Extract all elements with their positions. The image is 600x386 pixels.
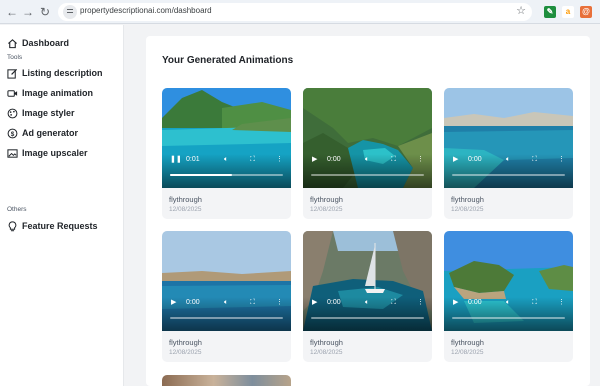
play-icon[interactable]: ▶ xyxy=(171,298,176,308)
volume-icon[interactable]: 🔈︎ xyxy=(224,298,228,308)
more-options-icon[interactable]: ⋮ xyxy=(276,298,283,308)
sidebar-item-label: Feature Requests xyxy=(22,221,98,231)
palette-icon xyxy=(7,108,18,118)
animation-card[interactable]: ▶ 0:00 🔈︎ ⛶ ⋮ flythrough 12/08/2025 xyxy=(444,231,573,362)
fullscreen-icon[interactable]: ⛶ xyxy=(391,298,396,308)
progress-fill xyxy=(170,174,233,176)
svg-text:$: $ xyxy=(11,130,15,137)
animation-card[interactable]: ▶ 0:00 🔈︎ ⛶ ⋮ flythrough 12/08/2025 xyxy=(162,231,291,362)
sidebar: Dashboard Tools Listing description Imag… xyxy=(0,25,124,386)
card-title: flythrough xyxy=(451,195,484,204)
card-title: flythrough xyxy=(451,338,484,347)
lightbulb-icon xyxy=(8,220,17,231)
progress-bar[interactable] xyxy=(311,174,424,176)
card-date: 12/08/2025 xyxy=(451,349,484,356)
sidebar-item-feature-requests[interactable]: Feature Requests xyxy=(7,218,98,234)
volume-icon[interactable]: 🔈︎ xyxy=(506,155,510,165)
animation-card[interactable]: ❚❚ 0:01 🔈︎ ⛶ ⋮ flythrough 12/08/2025 xyxy=(162,88,291,219)
video-time: 0:00 xyxy=(186,299,200,306)
play-icon[interactable]: ▶ xyxy=(312,298,317,308)
animation-card[interactable]: ▶ 0:00 🔈︎ ⛶ ⋮ flythrough 12/08/2025 xyxy=(303,231,432,362)
sidebar-item-image-styler[interactable]: Image styler xyxy=(7,105,75,121)
animation-card[interactable]: ▶ 0:00 🔈︎ ⛶ ⋮ flythrough 12/08/2025 xyxy=(444,88,573,219)
others-heading: Others xyxy=(7,206,27,213)
card-date: 12/08/2025 xyxy=(310,206,343,213)
volume-icon[interactable]: 🔈︎ xyxy=(365,155,369,165)
extension-orange-icon[interactable]: @ xyxy=(580,6,592,18)
card-title: flythrough xyxy=(169,338,202,347)
sidebar-item-label: Image animation xyxy=(22,88,94,98)
home-icon xyxy=(8,38,17,48)
video-icon xyxy=(7,89,18,97)
dollar-icon: $ xyxy=(7,128,18,138)
video-time: 0:00 xyxy=(327,156,341,163)
browser-toolbar: ← → ↻ propertydescriptionai.com/dashboar… xyxy=(0,0,600,24)
animation-card[interactable]: ▶ 0:00 🔈︎ ⛶ ⋮ flythrough 12/08/2025 xyxy=(303,88,432,219)
address-bar[interactable]: propertydescriptionai.com/dashboard ☆ xyxy=(58,3,532,21)
card-date: 12/08/2025 xyxy=(169,206,202,213)
bookmark-star-icon[interactable]: ☆ xyxy=(516,4,526,17)
back-arrow-icon[interactable]: ← xyxy=(4,4,20,20)
sidebar-item-dashboard[interactable]: Dashboard xyxy=(7,35,69,51)
volume-icon[interactable]: 🔈︎ xyxy=(506,298,510,308)
pause-icon[interactable]: ❚❚ xyxy=(170,155,182,165)
tools-heading: Tools xyxy=(7,54,23,61)
video-time: 0:01 xyxy=(186,156,200,163)
card-date: 12/08/2025 xyxy=(310,349,343,356)
more-options-icon[interactable]: ⋮ xyxy=(417,298,424,308)
video-time: 0:00 xyxy=(327,299,341,306)
play-icon[interactable]: ▶ xyxy=(312,155,317,165)
more-options-icon[interactable]: ⋮ xyxy=(558,298,565,308)
progress-bar[interactable] xyxy=(452,317,565,319)
sidebar-item-image-animation[interactable]: Image animation xyxy=(7,85,93,101)
play-icon[interactable]: ▶ xyxy=(453,298,458,308)
video-time: 0:00 xyxy=(468,299,482,306)
reload-icon[interactable]: ↻ xyxy=(37,4,53,20)
card-title: flythrough xyxy=(310,195,343,204)
forward-arrow-icon[interactable]: → xyxy=(20,4,36,20)
fullscreen-icon[interactable]: ⛶ xyxy=(250,155,255,165)
fullscreen-icon[interactable]: ⛶ xyxy=(250,298,255,308)
video-time: 0:00 xyxy=(468,156,482,163)
sidebar-item-ad-generator[interactable]: $ Ad generator xyxy=(7,125,78,141)
sidebar-item-label: Image upscaler xyxy=(22,148,88,158)
extension-green-icon[interactable]: ✎ xyxy=(544,6,556,18)
more-options-icon[interactable]: ⋮ xyxy=(558,155,565,165)
animation-card-partial[interactable] xyxy=(162,375,291,386)
progress-bar[interactable] xyxy=(452,174,565,176)
sidebar-item-image-upscaler[interactable]: Image upscaler xyxy=(7,145,88,161)
progress-bar[interactable] xyxy=(170,317,283,319)
card-date: 12/08/2025 xyxy=(451,206,484,213)
more-options-icon[interactable]: ⋮ xyxy=(276,155,283,165)
edit-icon xyxy=(7,68,18,79)
progress-bar[interactable] xyxy=(170,174,283,176)
url-text: propertydescriptionai.com/dashboard xyxy=(80,6,212,15)
progress-bar[interactable] xyxy=(311,317,424,319)
card-title: flythrough xyxy=(310,338,343,347)
card-title: flythrough xyxy=(169,195,202,204)
sidebar-item-label: Dashboard xyxy=(22,38,70,48)
card-date: 12/08/2025 xyxy=(169,349,202,356)
amazon-icon[interactable]: a xyxy=(562,6,574,18)
sidebar-item-label: Listing description xyxy=(22,68,103,78)
sidebar-item-label: Image styler xyxy=(22,108,75,118)
sidebar-item-label: Ad generator xyxy=(22,128,79,138)
more-options-icon[interactable]: ⋮ xyxy=(417,155,424,165)
page-title: Your Generated Animations xyxy=(162,55,294,66)
sidebar-item-listing-description[interactable]: Listing description xyxy=(7,65,103,81)
fullscreen-icon[interactable]: ⛶ xyxy=(532,298,537,308)
fullscreen-icon[interactable]: ⛶ xyxy=(532,155,537,165)
play-icon[interactable]: ▶ xyxy=(453,155,458,165)
fullscreen-icon[interactable]: ⛶ xyxy=(391,155,396,165)
image-icon xyxy=(7,148,18,158)
volume-icon[interactable]: 🔈︎ xyxy=(365,298,369,308)
volume-icon[interactable]: 🔈︎ xyxy=(224,155,228,165)
site-settings-icon[interactable] xyxy=(63,5,77,19)
